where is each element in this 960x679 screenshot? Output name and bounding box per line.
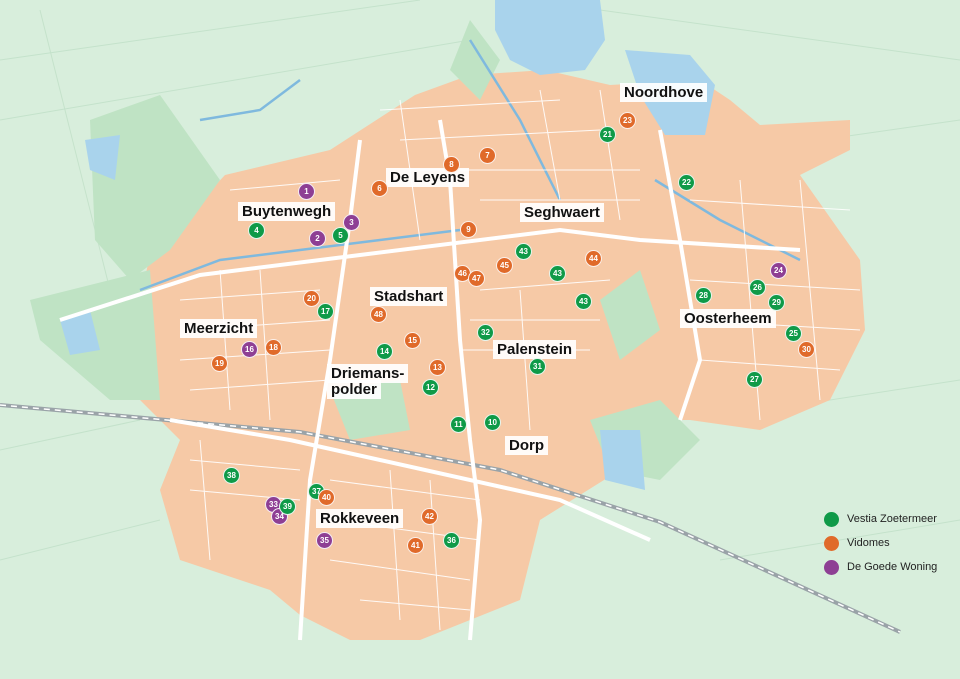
housing-marker[interactable]: 39	[279, 498, 296, 515]
district-label: Buytenwegh	[238, 202, 336, 221]
housing-marker[interactable]: 45	[496, 257, 513, 274]
housing-marker[interactable]: 4	[248, 222, 265, 239]
housing-marker[interactable]: 13	[429, 359, 446, 376]
district-label: Oosterheem	[680, 309, 776, 328]
housing-marker[interactable]: 36	[443, 532, 460, 549]
housing-marker[interactable]: 6	[371, 180, 388, 197]
legend-item-vidomes: Vidomes	[824, 531, 937, 555]
housing-marker[interactable]: 43	[515, 243, 532, 260]
housing-marker[interactable]: 31	[529, 358, 546, 375]
housing-marker[interactable]: 42	[421, 508, 438, 525]
housing-marker[interactable]: 12	[422, 379, 439, 396]
district-label: Rokkeveen	[316, 509, 404, 528]
housing-marker[interactable]: 5	[332, 227, 349, 244]
housing-marker[interactable]: 7	[479, 147, 496, 164]
housing-marker[interactable]: 32	[477, 324, 494, 341]
housing-marker[interactable]: 10	[484, 414, 501, 431]
legend-dot-vidomes	[824, 535, 839, 551]
housing-marker[interactable]: 44	[585, 250, 602, 267]
district-label: Stadshart	[370, 287, 448, 306]
housing-marker[interactable]: 23	[619, 112, 636, 129]
district-label: Seghwaert	[520, 203, 604, 222]
housing-marker[interactable]: 29	[768, 294, 785, 311]
housing-marker[interactable]: 35	[316, 532, 333, 549]
housing-marker[interactable]: 8	[443, 156, 460, 173]
housing-marker[interactable]: 38	[223, 467, 240, 484]
housing-marker[interactable]: 2	[309, 230, 326, 247]
housing-marker[interactable]: 30	[798, 341, 815, 358]
legend-label: De Goede Woning	[847, 561, 938, 573]
legend-label: Vidomes	[847, 537, 890, 549]
district-label: Meerzicht	[180, 319, 258, 338]
housing-marker[interactable]: 21	[599, 126, 616, 143]
housing-marker[interactable]: 20	[303, 290, 320, 307]
housing-marker[interactable]: 24	[770, 262, 787, 279]
housing-marker[interactable]: 28	[695, 287, 712, 304]
housing-marker[interactable]: 17	[317, 303, 334, 320]
legend-label: Vestia Zoetermeer	[847, 513, 937, 525]
housing-marker[interactable]: 19	[211, 355, 228, 372]
housing-marker[interactable]: 27	[746, 371, 763, 388]
legend-dot-goede-woning	[824, 559, 839, 575]
housing-marker[interactable]: 16	[241, 341, 258, 358]
district-label: Palenstein	[493, 340, 577, 359]
legend-item-goede-woning: De Goede Woning	[824, 555, 937, 579]
housing-marker[interactable]: 43	[575, 293, 592, 310]
housing-marker[interactable]: 40	[318, 489, 335, 506]
legend-item-vestia: Vestia Zoetermeer	[824, 507, 937, 531]
housing-marker[interactable]: 41	[407, 537, 424, 554]
housing-marker[interactable]: 11	[450, 416, 467, 433]
housing-marker[interactable]: 48	[370, 306, 387, 323]
district-label: Dorp	[505, 436, 548, 455]
district-label: polder	[327, 380, 381, 399]
city-map[interactable]: Noordhove De Leyens Buytenwegh Seghwaert Sta…	[0, 0, 960, 679]
housing-marker[interactable]: 9	[460, 221, 477, 238]
housing-marker[interactable]: 15	[404, 332, 421, 349]
housing-marker[interactable]: 26	[749, 279, 766, 296]
housing-marker[interactable]: 47	[468, 270, 485, 287]
housing-marker[interactable]: 1	[298, 183, 315, 200]
housing-marker[interactable]: 22	[678, 174, 695, 191]
legend: Vestia Zoetermeer Vidomes De Goede Wonin…	[824, 507, 937, 579]
housing-marker[interactable]: 14	[376, 343, 393, 360]
housing-marker[interactable]: 43	[549, 265, 566, 282]
legend-dot-vestia	[824, 511, 839, 527]
housing-marker[interactable]: 18	[265, 339, 282, 356]
district-label: Noordhove	[620, 83, 708, 102]
housing-marker[interactable]: 25	[785, 325, 802, 342]
